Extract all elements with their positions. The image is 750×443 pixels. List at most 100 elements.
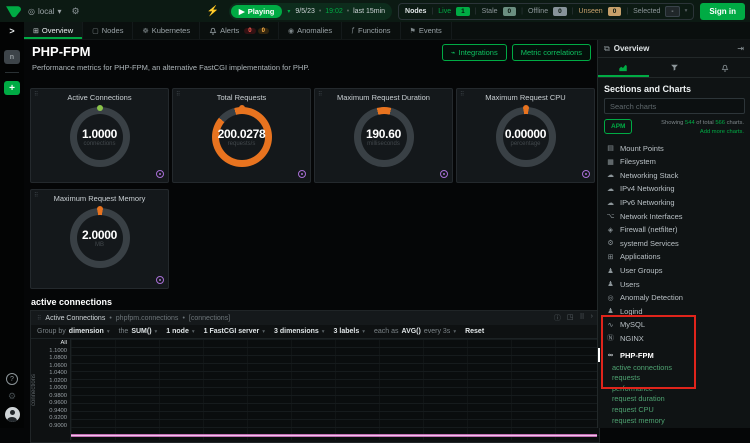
sidebar-subitem-request-memory[interactable]: request memory	[598, 415, 750, 426]
resize-icon[interactable]: ◳	[567, 313, 574, 323]
labels-dropdown[interactable]: 3 labels ▾	[334, 328, 365, 335]
sidebar-item-ipv6-networking[interactable]: ☁IPv6 Networking	[598, 196, 750, 210]
gauge-card-max-request-memory: ⠿ Maximum Request Memory 2.0000 MB	[30, 189, 169, 289]
tab-alerts[interactable]: Alerts 0 0	[200, 22, 279, 39]
reset-button[interactable]: Reset	[465, 328, 484, 335]
active-connections-chart: ⠿ Active Connections • phpfpm.connection…	[30, 310, 600, 443]
apm-badge[interactable]: APM	[604, 119, 632, 134]
sidebar-tab-filter[interactable]	[649, 58, 700, 77]
sidebar-tab-alerts[interactable]	[699, 58, 750, 77]
anomaly-badge-icon[interactable]	[582, 170, 590, 178]
chart-units: [connections]	[189, 315, 230, 322]
tab-nodes[interactable]: ▢ Nodes	[83, 22, 133, 39]
sidebar-item-applications[interactable]: ⊞Applications	[598, 250, 750, 264]
gear-icon[interactable]: ⚙	[8, 391, 16, 402]
sidebar-item-network-interfaces[interactable]: ⌥Network Interfaces	[598, 209, 750, 223]
gauge-marker-dot	[97, 206, 103, 212]
drag-handle-icon[interactable]: ⠿	[37, 315, 41, 322]
drag-handle-icon[interactable]: ⠿	[34, 91, 38, 98]
playing-button[interactable]: ▶ Playing	[231, 5, 282, 18]
sidebar-item-ipv4-networking[interactable]: ☁IPv4 Networking	[598, 182, 750, 196]
tab-events[interactable]: ⚑ Events	[401, 22, 452, 39]
top-bar: ◎ local ▾ ⚙ ⚡ ▶ Playing ▾ 9/5/23 • 19:02…	[0, 0, 750, 22]
sidebar-subitem-requests[interactable]: requests	[598, 372, 750, 383]
charts-icon	[618, 63, 628, 73]
chart-section-title: active connections	[31, 297, 595, 307]
gauge-ring: 200.0278 requests/s	[212, 107, 272, 167]
stale-count-badge: 0	[503, 7, 517, 16]
metric-correlations-button[interactable]: Metric correlations	[512, 44, 591, 61]
group-by-dropdown[interactable]: Group by dimension ▾	[37, 328, 110, 335]
chart-horizontal-scrollbar[interactable]	[71, 434, 597, 437]
sidebar-item-logind[interactable]: ♟Logind	[598, 305, 750, 319]
tab-kubernetes[interactable]: ☸ Kubernetes	[133, 22, 200, 39]
drag-handle-icon[interactable]: ⠿	[460, 91, 464, 98]
help-button[interactable]: ?	[6, 373, 18, 385]
drag-handle-icon[interactable]: ⠿	[34, 192, 38, 199]
sidebar-item-user-groups[interactable]: ♟User Groups	[598, 264, 750, 278]
tab-overview[interactable]: ⊞ Overview	[24, 22, 83, 39]
integrations-button[interactable]: ⌁ Integrations	[442, 44, 507, 61]
sidebar-item-mount-points[interactable]: ▤Mount Points	[598, 141, 750, 155]
sign-in-button[interactable]: Sign in	[700, 3, 745, 20]
gauge-marker-dot	[97, 105, 103, 111]
expand-sidebar-chevron-icon[interactable]: >	[9, 26, 14, 36]
tab-functions[interactable]: ƒ Functions	[342, 22, 400, 39]
sidebar-item-mysql[interactable]: ∿MySQL	[598, 318, 750, 332]
space-node-button[interactable]: n	[4, 50, 20, 64]
add-more-charts-link[interactable]: Add more charts.	[700, 129, 744, 135]
sidebar-item-networking-stack[interactable]: ☁Networking Stack	[598, 169, 750, 183]
add-space-button[interactable]: +	[4, 81, 20, 95]
chevron-down-icon: ▾	[322, 329, 325, 335]
chevron-down-icon: ▾	[107, 329, 110, 335]
drag-handle-icon[interactable]: ⠿	[318, 91, 322, 98]
date-range[interactable]: 9/5/23 • 19:02 • last 15min	[295, 8, 385, 15]
anomaly-badge-icon[interactable]	[156, 276, 164, 284]
search-charts-input[interactable]	[604, 98, 745, 114]
tab-anomalies[interactable]: ◉ Anomalies	[279, 22, 342, 39]
sidebar-subitem-active-connections[interactable]: active connections	[598, 362, 750, 373]
news-bolt-icon[interactable]: ⚡	[206, 6, 218, 17]
sidebar-subitem-request-duration[interactable]: request duration	[598, 394, 750, 405]
info-icon[interactable]: ⓘ	[554, 313, 561, 323]
collapse-sidebar-icon[interactable]: ⇥	[737, 44, 744, 53]
gauge-card-max-request-duration: ⠿ Maximum Request Duration 190.60 millis…	[314, 88, 453, 183]
sidebar-item-firewall[interactable]: ◈Firewall (netfilter)	[598, 223, 750, 237]
dimensions-dropdown[interactable]: 3 dimensions ▾	[274, 328, 325, 335]
window-icon: ⧉	[604, 44, 610, 54]
gauge-ring: 2.0000 MB	[70, 208, 130, 268]
drag-handle-icon[interactable]: ⠿	[580, 313, 585, 323]
nodes-dropdown[interactable]: 1 node ▾	[166, 328, 194, 335]
node-selector[interactable]: ◎ local ▾	[28, 7, 61, 16]
instances-dropdown[interactable]: 1 FastCGI server ▾	[204, 328, 265, 335]
events-flag-icon: ⚑	[410, 27, 416, 35]
sidebar-subitem-performance[interactable]: performance	[598, 383, 750, 394]
nodes-status-bar[interactable]: Nodes | Live 1 | Stale 0 | Offline 0 | U…	[398, 3, 694, 20]
sidebar-item-users[interactable]: ♟Users	[598, 277, 750, 291]
anomaly-badge-icon[interactable]	[156, 170, 164, 178]
sidebar-subitem-request-cpu[interactable]: request CPU	[598, 404, 750, 415]
warning-alerts-badge: 0	[258, 28, 269, 34]
chevron-icon[interactable]: ›	[591, 313, 593, 323]
drag-handle-icon[interactable]: ⠿	[176, 91, 180, 98]
user-avatar[interactable]	[5, 407, 20, 422]
chevron-down-icon: ▾	[262, 329, 265, 335]
sidebar-item-systemd-services[interactable]: ⚙systemd Services	[598, 237, 750, 251]
time-aggregation-dropdown[interactable]: each as AVG() every 3s ▾	[374, 328, 456, 335]
sidebar-item-filesystem[interactable]: ▦Filesystem	[598, 155, 750, 169]
settings-gear-icon[interactable]: ⚙	[71, 6, 79, 17]
anomaly-badge-icon[interactable]	[298, 170, 306, 178]
gauge-card-max-request-cpu: ⠿ Maximum Request CPU 0.00000 percentage	[456, 88, 595, 183]
chevron-down-icon[interactable]: ▾	[287, 8, 290, 15]
right-sidebar: ⧉ Overview ⇥ Sections and Charts APM Sho…	[597, 40, 750, 428]
sidebar-item-nginx[interactable]: ⓃNGINX	[598, 332, 750, 346]
sidebar-item-php-fpm[interactable]: ∞PHP-FPM	[598, 348, 750, 362]
aggregation-dropdown[interactable]: the SUM() ▾	[119, 328, 158, 335]
chart-controls: Group by dimension ▾ the SUM() ▾ 1 node …	[31, 325, 599, 339]
chart-title: Active Connections	[45, 315, 105, 322]
mount-points-icon: ▤	[606, 144, 615, 152]
anomaly-badge-icon[interactable]	[440, 170, 448, 178]
sidebar-item-anomaly-detection[interactable]: ◎Anomaly Detection	[598, 291, 750, 305]
nodes-icon: ▢	[92, 27, 99, 35]
sidebar-tab-charts[interactable]	[598, 58, 649, 77]
